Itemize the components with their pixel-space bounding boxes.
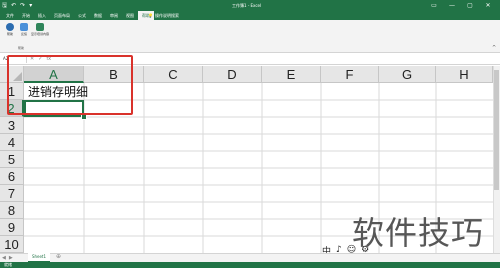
show-training-button[interactable]: 显示培训内容	[31, 23, 49, 36]
row-header-3[interactable]: 3	[0, 117, 24, 134]
row-header-5[interactable]: 5	[0, 151, 24, 168]
quick-access-toolbar: 🖫 ↶ ↷ ▾	[2, 1, 32, 10]
column-header-h[interactable]: H	[436, 66, 493, 83]
vertical-scrollbar-thumb[interactable]	[494, 70, 499, 190]
column-header-f[interactable]: F	[321, 66, 379, 83]
row-header-6[interactable]: 6	[0, 168, 24, 185]
help-icon	[6, 23, 14, 31]
minimize-icon[interactable]: —	[443, 0, 461, 11]
column-header-d[interactable]: D	[203, 66, 262, 83]
tab-home[interactable]: 开始	[18, 11, 34, 20]
sheet-navigation: ◀ ▶	[2, 254, 13, 262]
row-header-4[interactable]: 4	[0, 134, 24, 151]
tab-file[interactable]: 文件	[2, 11, 18, 20]
ribbon-group-label: 帮助	[18, 46, 25, 50]
ribbon	[0, 20, 500, 53]
row-header-7[interactable]: 7	[0, 185, 24, 202]
row-header-10[interactable]: 10	[0, 236, 24, 253]
row-header-9[interactable]: 9	[0, 219, 24, 236]
add-sheet-icon[interactable]: ⊕	[56, 253, 61, 261]
collapse-ribbon-icon[interactable]: ^	[492, 45, 496, 51]
close-icon[interactable]: ✕	[479, 0, 497, 11]
column-header-c[interactable]: C	[144, 66, 203, 83]
help-button[interactable]: 帮助	[3, 23, 17, 36]
tab-review[interactable]: 审阅	[106, 11, 122, 20]
status-text: 就绪	[4, 262, 12, 267]
feedback-button-label: 反馈	[20, 32, 27, 36]
sheet-next-icon[interactable]: ▶	[9, 254, 13, 262]
tab-view[interactable]: 视图	[122, 11, 138, 20]
ribbon-tabs: 文件 开始 插入 页面布局 公式 数据 审阅 视图 帮助	[2, 11, 154, 20]
document-title: 工作簿1 - Excel	[232, 3, 262, 8]
row-header-8[interactable]: 8	[0, 202, 24, 219]
tell-me-label: 操作说明搜索	[154, 13, 179, 18]
feedback-button[interactable]: 反馈	[17, 23, 31, 36]
lightbulb-icon: 💡	[148, 13, 153, 18]
column-header-g[interactable]: G	[379, 66, 436, 83]
tab-formulas[interactable]: 公式	[74, 11, 90, 20]
sheet-prev-icon[interactable]: ◀	[2, 254, 6, 262]
training-icon	[36, 23, 44, 31]
tab-insert[interactable]: 插入	[34, 11, 50, 20]
watermark: 软件技巧	[352, 214, 485, 252]
tab-data[interactable]: 数据	[90, 11, 106, 20]
undo-icon[interactable]: ↶	[11, 1, 16, 10]
ribbon-display-options-icon[interactable]: ▭	[425, 0, 443, 11]
column-header-e[interactable]: E	[262, 66, 321, 83]
customize-qat-icon[interactable]: ▾	[29, 1, 32, 10]
save-icon[interactable]: 🖫	[2, 1, 7, 10]
redo-icon[interactable]: ↷	[20, 1, 25, 10]
maximize-icon[interactable]: ▢	[461, 0, 479, 11]
tab-page-layout[interactable]: 页面布局	[50, 11, 74, 20]
status-bar	[0, 262, 500, 268]
highlight-annotation-box	[7, 55, 133, 115]
tell-me-search[interactable]: 💡 操作说明搜索	[148, 11, 179, 20]
show-training-label: 显示培训内容	[31, 32, 50, 36]
help-button-label: 帮助	[6, 32, 13, 36]
feedback-icon	[20, 23, 28, 31]
window-controls: ▭ — ▢ ✕	[425, 0, 497, 11]
